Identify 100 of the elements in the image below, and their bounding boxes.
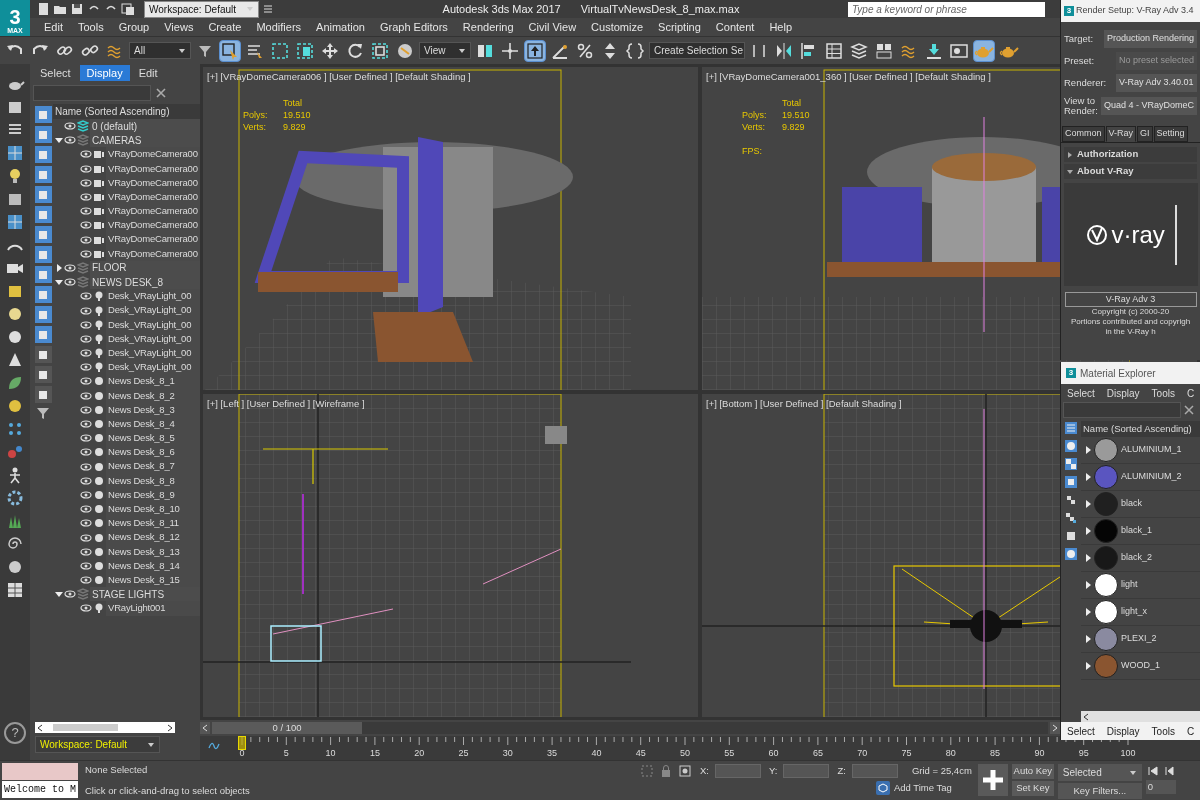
filter-button[interactable] xyxy=(34,366,52,383)
material-name[interactable]: WOOD_1 xyxy=(1121,659,1160,673)
teapot-button[interactable] xyxy=(973,39,995,62)
eye-icon[interactable] xyxy=(64,121,76,132)
menu-item[interactable]: Civil View xyxy=(528,18,577,36)
eye-icon[interactable] xyxy=(80,560,92,571)
dropdown-field[interactable]: Quad 4 - VRayDomeC xyxy=(1100,97,1197,115)
project-icon[interactable] xyxy=(121,2,135,16)
menu-item[interactable]: Rendering xyxy=(462,18,514,36)
tab[interactable]: V-Ray xyxy=(1105,126,1137,142)
eye-icon[interactable] xyxy=(80,220,92,231)
viewport-label[interactable]: [+] [VRayDomeCamera006 ] [User Defined ] [Default Shading ] xyxy=(207,70,471,85)
cube-icon[interactable] xyxy=(1064,475,1078,489)
sphere-icon[interactable] xyxy=(1064,439,1078,453)
rollout-header[interactable]: Authorization xyxy=(1064,147,1197,162)
eye-icon[interactable] xyxy=(80,489,92,500)
layer-name[interactable]: STAGE LIGHTS xyxy=(90,587,200,602)
workspace-dropdown[interactable]: Workspace: Default xyxy=(35,736,160,753)
curve-icon[interactable] xyxy=(208,740,220,752)
filter-button[interactable] xyxy=(34,186,52,203)
expand-arrow-icon[interactable] xyxy=(55,278,63,287)
eye-icon[interactable] xyxy=(80,475,92,486)
eye-icon[interactable] xyxy=(80,447,92,458)
eye-icon[interactable] xyxy=(80,177,92,188)
rollout-header[interactable]: About V-Ray xyxy=(1064,164,1197,179)
eye-icon[interactable] xyxy=(64,589,76,600)
material-name[interactable]: black_2 xyxy=(1121,551,1153,565)
object-name[interactable]: Desk_VRayLight_00 xyxy=(106,289,200,304)
search-field[interactable] xyxy=(1063,402,1181,418)
viewport-label[interactable]: [+] [Left ] [User Defined ] [Wireframe ] xyxy=(207,397,365,412)
material-name[interactable]: light xyxy=(1121,578,1138,592)
object-name[interactable]: VRayDomeCamera00 xyxy=(106,204,200,219)
horizontal-scrollbar[interactable] xyxy=(35,722,175,733)
object-name[interactable]: News Desk_8_6 xyxy=(106,445,200,460)
selection-filter-dropdown[interactable]: All xyxy=(129,42,191,59)
menu-item[interactable]: Display xyxy=(1106,385,1140,401)
eye-icon[interactable] xyxy=(80,419,92,430)
object-name[interactable]: News Desk_8_11 xyxy=(106,516,200,531)
object-name[interactable]: VRayDomeCamera00 xyxy=(106,147,200,162)
menu-item[interactable]: C xyxy=(1186,385,1195,401)
expand-arrow-icon[interactable] xyxy=(1085,554,1091,562)
menu-item[interactable]: Modifiers xyxy=(256,18,302,36)
horizontal-scrollbar[interactable] xyxy=(1081,711,1200,722)
current-frame-field[interactable]: 0 xyxy=(1145,780,1176,794)
set-key-mode-button[interactable]: Set Key xyxy=(1011,781,1054,796)
grid-icon[interactable] xyxy=(5,143,25,163)
set-key-button[interactable] xyxy=(977,764,1008,796)
cube-icon[interactable] xyxy=(1064,529,1078,543)
eye-icon[interactable] xyxy=(80,376,92,387)
eye-icon[interactable] xyxy=(80,603,92,614)
filter-button[interactable] xyxy=(34,266,52,283)
new-file-icon[interactable] xyxy=(36,2,50,16)
save-icon[interactable] xyxy=(70,2,84,16)
expand-arrow-icon[interactable] xyxy=(1085,662,1091,670)
material-name[interactable]: PLEXI_2 xyxy=(1121,632,1157,646)
eye-icon[interactable] xyxy=(80,248,92,259)
expand-arrow-icon[interactable] xyxy=(1085,500,1091,508)
filter-button[interactable] xyxy=(34,246,52,263)
expand-arrow-icon[interactable] xyxy=(1085,608,1091,616)
search-field[interactable] xyxy=(33,85,151,101)
eye-icon[interactable] xyxy=(80,575,92,586)
eye-icon[interactable] xyxy=(64,277,76,288)
list-icon[interactable] xyxy=(1064,421,1078,435)
window-title-bar[interactable]: 3 Material Explorer xyxy=(1061,362,1200,384)
eye-icon[interactable] xyxy=(80,546,92,557)
checker-icon[interactable] xyxy=(1064,457,1078,471)
explorer-tab[interactable]: Select xyxy=(33,65,78,81)
menu-icon[interactable] xyxy=(262,2,274,16)
explorer-tab[interactable]: Edit xyxy=(131,65,165,81)
gear-icon[interactable] xyxy=(5,488,25,508)
eye-icon[interactable] xyxy=(80,532,92,543)
eye-icon[interactable] xyxy=(80,291,92,302)
key-filters-button[interactable]: Key Filters... xyxy=(1057,783,1142,799)
expand-arrow-icon[interactable] xyxy=(55,590,63,599)
eye-icon[interactable] xyxy=(64,135,76,146)
eye-icon[interactable] xyxy=(80,390,92,401)
eye-icon[interactable] xyxy=(80,333,92,344)
menu-item[interactable]: Tools xyxy=(1151,723,1175,739)
eye-icon[interactable] xyxy=(80,305,92,316)
add-time-tag-button[interactable]: Add Time Tag xyxy=(875,781,952,796)
filter-button[interactable] xyxy=(34,286,52,303)
sphere-icon[interactable] xyxy=(1064,547,1078,561)
eye-icon[interactable] xyxy=(80,461,92,472)
material-name[interactable]: ALUMINIUM_1 xyxy=(1121,443,1182,457)
menu-item[interactable]: Graph Editors xyxy=(379,18,448,36)
column-header[interactable]: Name (Sorted Ascending) xyxy=(1081,421,1200,437)
coordinate-field[interactable] xyxy=(851,764,898,779)
object-name[interactable]: News Desk_8_10 xyxy=(106,502,200,517)
viewport-label[interactable]: [+] [Bottom ] [User Defined ] [Default Shading ] xyxy=(706,397,902,412)
material-name[interactable]: light_x xyxy=(1121,605,1147,619)
object-name[interactable]: News Desk_8_1 xyxy=(106,374,200,389)
eye-icon[interactable] xyxy=(80,504,92,515)
object-name[interactable]: Desk_VRayLight_00 xyxy=(106,346,200,361)
object-name[interactable]: VRayDomeCamera00 xyxy=(106,218,200,233)
auto-key-button[interactable]: Auto Key xyxy=(1011,764,1054,779)
filter-button[interactable] xyxy=(34,346,52,363)
menu-item[interactable]: Select xyxy=(1067,385,1095,401)
go-to-start-icon[interactable] xyxy=(1145,764,1160,778)
eye-icon[interactable] xyxy=(80,433,92,444)
menu-item[interactable]: Display xyxy=(1106,723,1140,739)
